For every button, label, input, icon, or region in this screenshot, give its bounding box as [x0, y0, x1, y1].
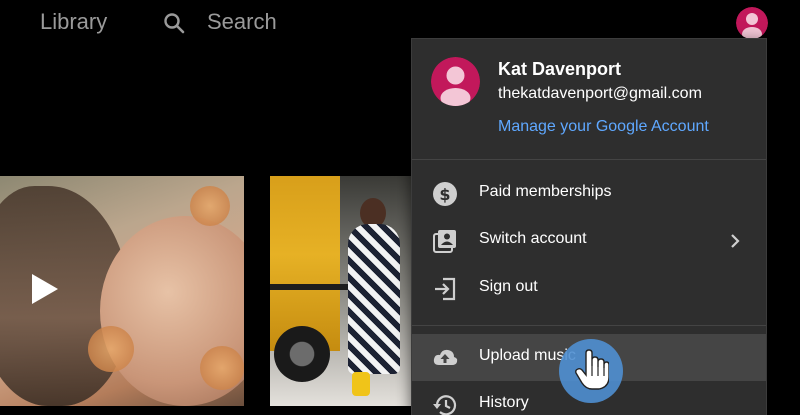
sign-out-icon — [435, 277, 456, 301]
album-art-detail — [270, 284, 350, 290]
hand-cursor-icon — [575, 349, 609, 390]
manage-account-link[interactable]: Manage your Google Account — [498, 118, 709, 136]
svg-text:$: $ — [439, 185, 450, 204]
menu-item-label: Paid memberships — [479, 183, 612, 200]
switch-account-icon — [433, 230, 456, 253]
dollar-circle-icon: $ — [433, 182, 457, 206]
menu-avatar — [431, 57, 480, 106]
album-art-detail — [352, 372, 370, 396]
play-icon[interactable] — [30, 272, 60, 306]
menu-item-label: History — [479, 394, 529, 411]
album-art-flower — [200, 346, 244, 390]
avatar-icon — [431, 57, 480, 106]
album-art-detail — [274, 326, 330, 382]
chevron-right-icon — [731, 234, 740, 248]
user-name: Kat Davenport — [498, 59, 622, 79]
menu-divider — [412, 325, 766, 326]
menu-item-paid-memberships[interactable]: $ Paid memberships — [412, 170, 766, 217]
search-icon[interactable] — [162, 11, 186, 35]
album-card[interactable] — [0, 176, 244, 406]
album-art-flower — [88, 326, 134, 372]
album-art — [270, 176, 340, 351]
nav-search[interactable]: Search — [207, 9, 277, 35]
menu-divider — [412, 159, 766, 160]
account-avatar-button[interactable] — [736, 7, 768, 39]
menu-item-label: Switch account — [479, 230, 587, 247]
album-art-detail — [348, 224, 400, 374]
cloud-upload-icon — [433, 349, 458, 365]
avatar-icon — [736, 7, 768, 39]
nav-library[interactable]: Library — [40, 9, 107, 35]
menu-item-sign-out[interactable]: Sign out — [412, 265, 766, 312]
menu-item-label: Sign out — [479, 278, 538, 295]
album-art-flower — [190, 186, 230, 226]
album-card[interactable] — [270, 176, 412, 406]
history-icon — [433, 395, 457, 415]
menu-item-switch-account[interactable]: Switch account — [412, 217, 766, 264]
user-email: thekatdavenport@gmail.com — [498, 85, 702, 102]
